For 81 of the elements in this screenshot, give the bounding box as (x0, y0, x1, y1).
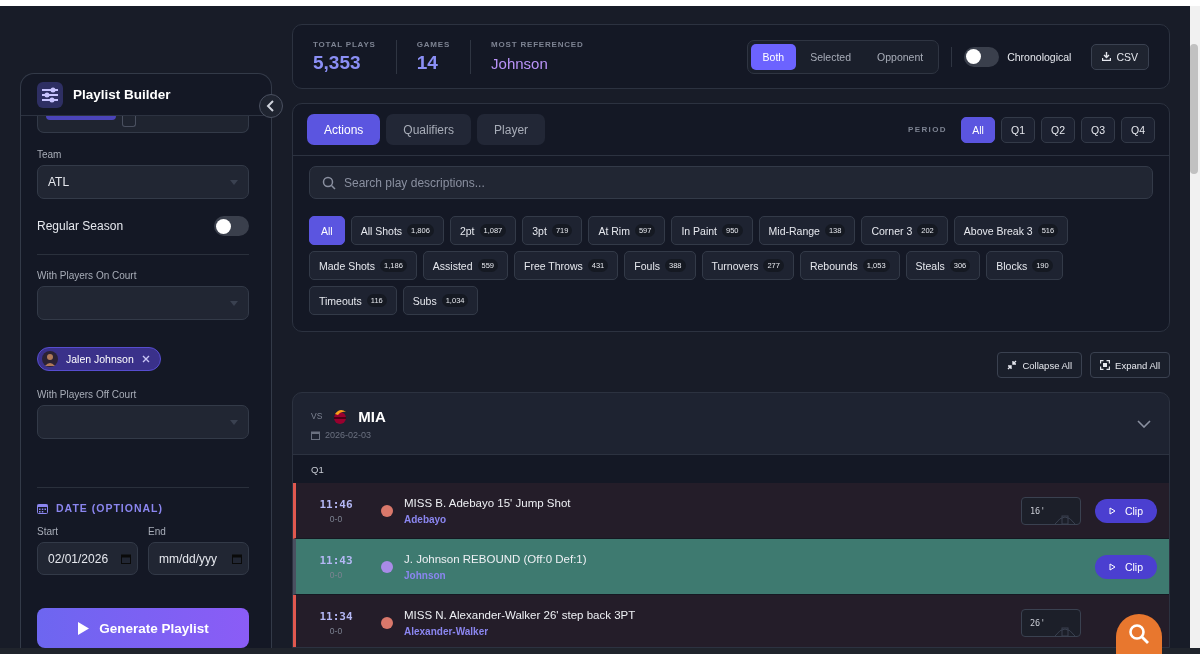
csv-button[interactable]: CSV (1091, 43, 1149, 70)
toggle-label: Regular Season (37, 219, 124, 233)
player-chip[interactable]: Jalen Johnson (37, 347, 161, 371)
search-icon (1128, 623, 1150, 645)
start-date-field[interactable]: 02/01/2026 (37, 542, 138, 575)
opponent-team: MIA (358, 407, 386, 425)
shot-distance-badge: 26' (1021, 608, 1081, 637)
field-label: Team (37, 149, 63, 160)
collapse-panel-button[interactable] (259, 94, 283, 118)
stat-label: TOTAL PLAYS (313, 39, 376, 49)
game-date: 2026-02-03 (325, 430, 372, 440)
clip-button[interactable]: Clip (1095, 554, 1157, 579)
filter-tab[interactable]: Qualifiers (386, 114, 472, 145)
calendar-icon (311, 430, 320, 440)
play-description: J. Johnson REBOUND (Off:0 Def:1) (404, 552, 588, 565)
scope-option[interactable]: Both (750, 43, 797, 70)
clip-button[interactable]: Clip (1095, 498, 1157, 523)
vs-label: VS (311, 411, 323, 421)
stat-value: 5,353 (313, 51, 362, 74)
play-icon (77, 621, 90, 635)
shot-distance-badge: 16' (1021, 496, 1081, 525)
period-button[interactable]: Q4 (1121, 116, 1155, 143)
download-icon (1102, 52, 1112, 61)
calendar-icon (37, 502, 48, 514)
period-heading: Q1 (311, 463, 324, 475)
play-time: 11:46 (319, 497, 353, 511)
close-icon[interactable] (141, 355, 150, 363)
field-label: End (148, 526, 167, 537)
chevron-left-icon (266, 100, 276, 112)
stat-value: 14 (416, 51, 439, 74)
filter-tab[interactable]: Player (477, 114, 546, 145)
sliders-icon (37, 81, 63, 108)
period-label: PERIOD (907, 125, 947, 134)
stat-value: Johnson (491, 54, 549, 72)
field-label: With Players On Court (37, 270, 138, 281)
stat-label: GAMES (416, 39, 451, 49)
play-row[interactable]: 11:34 0-0 MISS N. Alexander-Walker 26' step back 3PT Alexander-Walker 26' (293, 595, 1169, 647)
regular-season-toggle[interactable] (214, 216, 249, 236)
field-label: Start (37, 526, 60, 537)
caret-icon (230, 419, 238, 425)
period-button[interactable]: Q1 (1001, 116, 1035, 143)
play-time: 11:43 (319, 553, 353, 567)
end-date-field[interactable]: mm/dd/yyy (148, 542, 249, 575)
collapse-all-button[interactable]: Collapse All (997, 352, 1083, 378)
toggle-label: Chronological (1007, 50, 1072, 63)
scope-option[interactable]: Opponent (865, 43, 936, 70)
expand-all-button[interactable]: Expand All (1090, 352, 1170, 378)
generate-playlist-button[interactable]: Generate Playlist (37, 608, 249, 648)
partial-field[interactable] (37, 116, 249, 133)
play-score: 0-0 (329, 513, 343, 524)
chevron-icon[interactable] (1137, 419, 1151, 428)
filter-chip[interactable]: All (309, 216, 345, 245)
section-heading: DATE (OPTIONAL) (56, 502, 163, 514)
field-label: With Players Off Court (37, 389, 138, 400)
period-button[interactable]: Q2 (1041, 116, 1075, 143)
play-row[interactable]: 11:46 0-0 MISS B. Adebayo 15' Jump Shot Adebayo 16' Clip (293, 483, 1169, 539)
stat-label: MOST REFERENCED (491, 39, 584, 49)
player-link[interactable]: Alexander-Walker (404, 625, 1021, 637)
play-score: 0-0 (329, 625, 343, 636)
collapse-icon (1007, 360, 1018, 370)
search-icon (322, 176, 336, 190)
caret-icon (230, 179, 238, 185)
period-button[interactable]: Q3 (1081, 116, 1115, 143)
scope-option[interactable]: Selected (798, 43, 864, 70)
play-description: MISS N. Alexander-Walker 26' step back 3PT (404, 608, 637, 621)
filter-tab[interactable]: Actions (307, 114, 381, 145)
player-link[interactable]: Adebayo (404, 513, 1021, 525)
flaming-ball-icon (332, 407, 349, 425)
search-field[interactable]: Search play descriptions... (309, 166, 1153, 199)
play-time: 11:34 (319, 609, 353, 623)
period-button[interactable]: All (961, 116, 995, 143)
play-icon (1108, 506, 1116, 515)
chronological-toggle[interactable] (964, 46, 1000, 67)
play-icon (1108, 562, 1116, 571)
expand-icon (1100, 360, 1111, 370)
panel-title: Playlist Builder (73, 87, 171, 102)
avatar-icon (42, 351, 58, 367)
team-select[interactable]: ATL (37, 165, 249, 199)
caret-icon (230, 300, 238, 306)
play-description: MISS B. Adebayo 15' Jump Shot (404, 496, 572, 509)
scrollbar-thumb[interactable] (1190, 44, 1198, 174)
